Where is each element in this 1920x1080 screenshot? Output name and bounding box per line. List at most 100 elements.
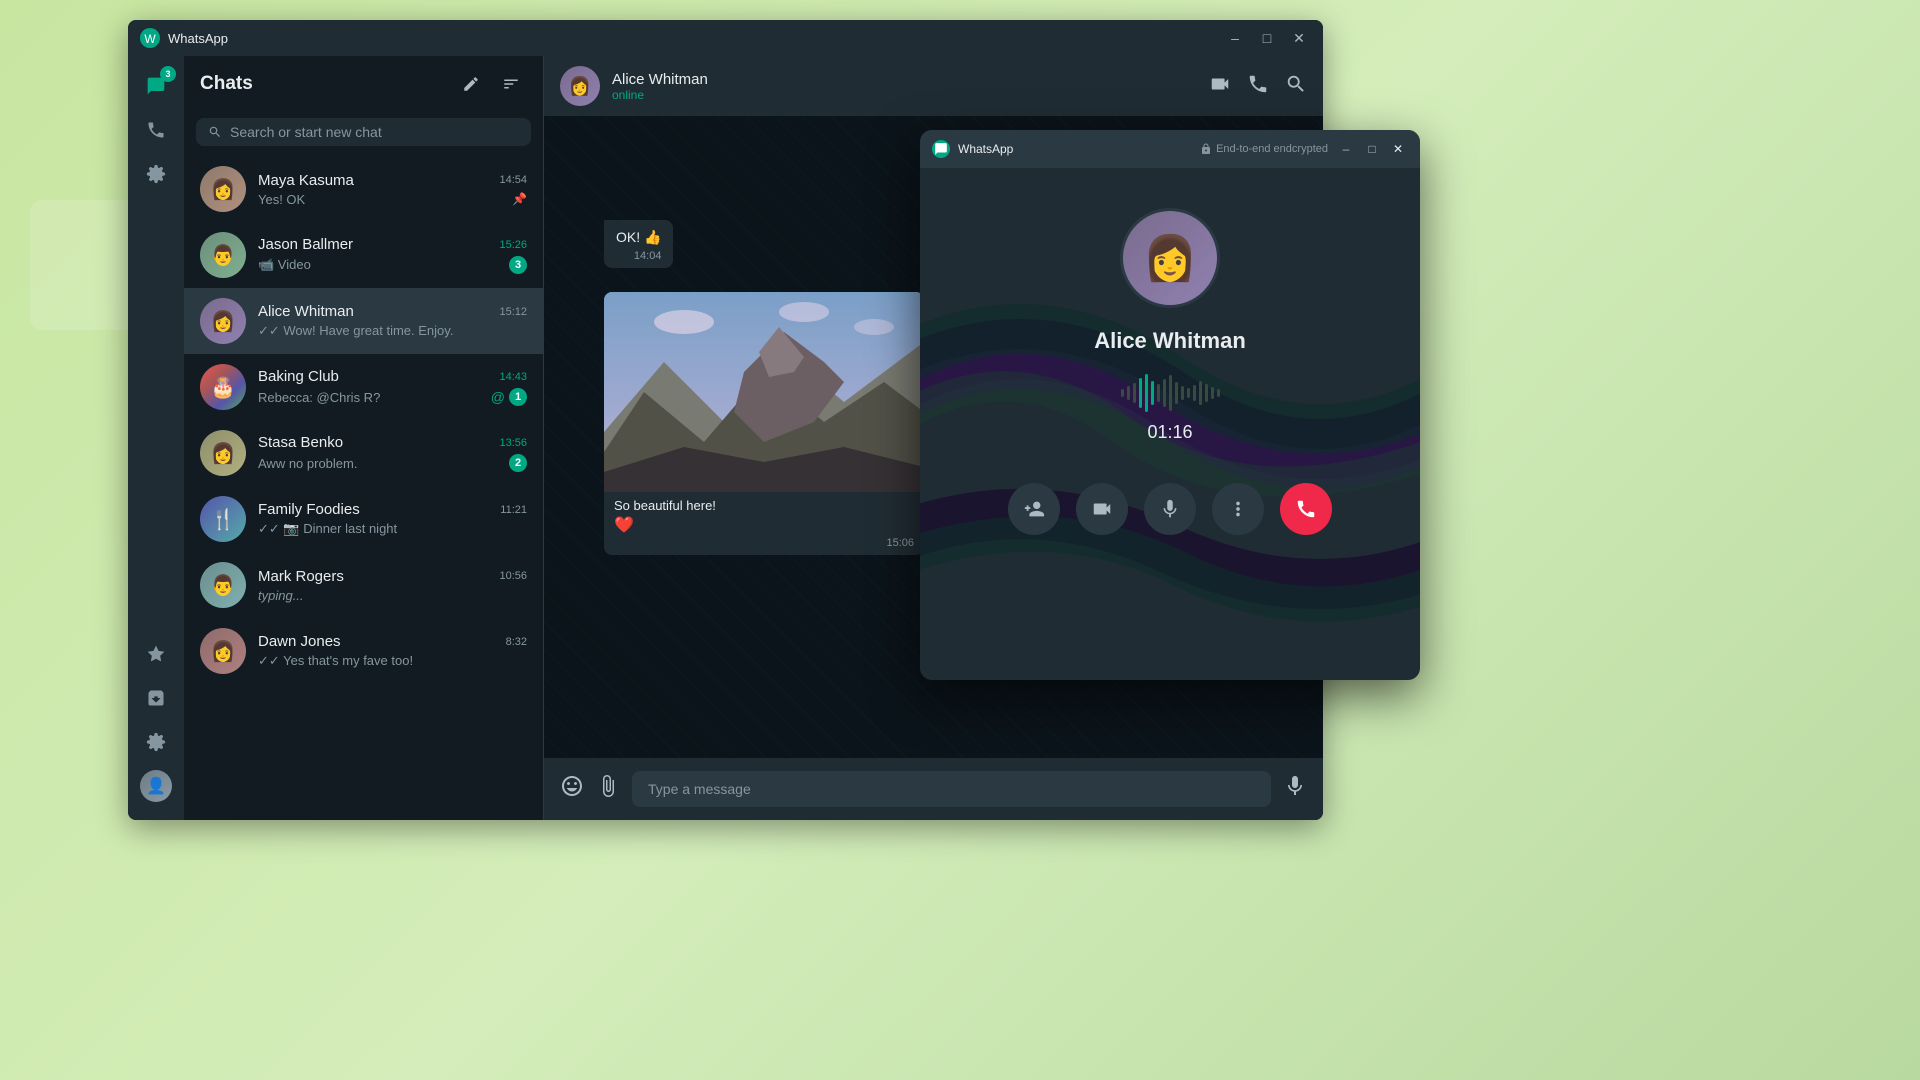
chat-name-mark: Mark Rogers [258, 568, 344, 585]
message-input-bar [544, 758, 1323, 820]
pin-icon-maya: 📌 [512, 192, 527, 206]
chat-item-stasa[interactable]: 👩 Stasa Benko 13:56 Aww no problem. 2 [184, 420, 543, 486]
chat-info-baking: Baking Club 14:43 Rebecca: @Chris R? @ 1 [258, 368, 527, 406]
call-timer: 01:16 [1147, 422, 1192, 443]
chat-name-dawn: Dawn Jones [258, 633, 341, 650]
call-name: Alice Whitman [1094, 328, 1246, 354]
chatlist-header: Chats [184, 56, 543, 112]
voice-call-button[interactable] [1247, 73, 1269, 100]
call-titlebar-logo [932, 140, 950, 158]
call-controls [1008, 483, 1332, 535]
chat-header-info: Alice Whitman online [612, 71, 1197, 102]
chatlist-actions [455, 68, 527, 100]
chat-preview-mark: typing... [258, 588, 304, 603]
chat-preview-dawn: ✓✓ Yes that's my fave too! [258, 653, 413, 669]
chat-info-dawn: Dawn Jones 8:32 ✓✓ Yes that's my fave to… [258, 633, 527, 669]
chat-info-maya: Maya Kasuma 14:54 Yes! OK 📌 [258, 172, 527, 207]
search-area [184, 112, 543, 156]
sidebar-icons: 3 [128, 56, 184, 820]
avatar-alice: 👩 [200, 298, 246, 344]
close-button[interactable]: ✕ [1287, 26, 1311, 50]
avatar-mark: 👨 [200, 562, 246, 608]
search-input[interactable] [230, 124, 519, 140]
app-title: WhatsApp [168, 31, 1223, 46]
chat-info-jason: Jason Ballmer 15:26 📹 Video 3 [258, 236, 527, 274]
attach-button[interactable] [596, 774, 620, 804]
add-participant-button[interactable] [1008, 483, 1060, 535]
minimize-button[interactable]: – [1223, 26, 1247, 50]
message-image-wrap: So beautiful here! ❤️ 15:06 [604, 292, 924, 555]
chat-item-family[interactable]: 🍴 Family Foodies 11:21 ✓✓ 📷 Dinner last … [184, 486, 543, 552]
chat-header: 👩 Alice Whitman online [544, 56, 1323, 116]
chat-header-status: online [612, 88, 1197, 102]
voice-message-button[interactable] [1283, 774, 1307, 804]
encrypted-text: End-to-end endcrypted [1216, 143, 1328, 155]
sidebar-item-settings-main[interactable] [138, 724, 174, 760]
avatar-dawn: 👩 [200, 628, 246, 674]
sidebar-item-calls[interactable] [138, 112, 174, 148]
mute-button[interactable] [1144, 483, 1196, 535]
avatar-baking: 🎂 [200, 364, 246, 410]
new-chat-button[interactable] [455, 68, 487, 100]
video-toggle-button[interactable] [1076, 483, 1128, 535]
avatar-maya: 👩 [200, 166, 246, 212]
call-window-controls: – □ ✕ [1336, 139, 1408, 159]
chat-time-alice: 15:12 [499, 306, 527, 318]
chat-item-mark[interactable]: 👨 Mark Rogers 10:56 typing... [184, 552, 543, 618]
chat-name-jason: Jason Ballmer [258, 236, 353, 253]
chat-time-jason: 15:26 [499, 239, 527, 251]
call-waveform [1121, 374, 1220, 412]
call-minimize-button[interactable]: – [1336, 139, 1356, 159]
chat-item-dawn[interactable]: 👩 Dawn Jones 8:32 ✓✓ Yes that's my fave … [184, 618, 543, 684]
user-avatar-sidebar[interactable]: 👤 [138, 768, 174, 804]
call-titlebar-title: WhatsApp [958, 142, 1192, 156]
maximize-button[interactable]: □ [1255, 26, 1279, 50]
sidebar-item-archive[interactable] [138, 680, 174, 716]
message-time-ok: 14:04 [634, 250, 662, 262]
chat-header-name: Alice Whitman [612, 71, 1197, 88]
call-close-button[interactable]: ✕ [1388, 139, 1408, 159]
chat-time-mark: 10:56 [499, 570, 527, 582]
chat-name-family: Family Foodies [258, 501, 360, 518]
call-avatar: 👩 [1120, 208, 1220, 308]
call-maximize-button[interactable]: □ [1362, 139, 1382, 159]
svg-text:W: W [144, 32, 156, 46]
chat-item-baking[interactable]: 🎂 Baking Club 14:43 Rebecca: @Chris R? @ [184, 354, 543, 420]
search-icon [208, 125, 222, 139]
chat-header-actions [1209, 73, 1307, 100]
unread-badge-stasa: 2 [509, 454, 527, 472]
sidebar-item-chats[interactable]: 3 [138, 68, 174, 104]
message-ok: OK! 👍 14:04 [604, 220, 673, 268]
chat-item-alice[interactable]: 👩 Alice Whitman 15:12 ✓✓ Wow! Have great… [184, 288, 543, 354]
mention-badge-baking: @ [491, 389, 505, 405]
chat-time-baking: 14:43 [499, 371, 527, 383]
chat-info-alice: Alice Whitman 15:12 ✓✓ Wow! Have great t… [258, 303, 527, 339]
message-input[interactable] [632, 771, 1271, 807]
chat-item-maya[interactable]: 👩 Maya Kasuma 14:54 Yes! OK 📌 [184, 156, 543, 222]
avatar-stasa: 👩 [200, 430, 246, 476]
chat-time-stasa: 13:56 [499, 437, 527, 449]
emoji-button[interactable] [560, 774, 584, 804]
end-call-button[interactable] [1280, 483, 1332, 535]
search-box [196, 118, 531, 146]
desktop: W WhatsApp – □ ✕ 3 [0, 0, 1920, 1080]
more-options-button[interactable] [1212, 483, 1264, 535]
filter-button[interactable] [495, 68, 527, 100]
chat-preview-alice: ✓✓ Wow! Have great time. Enjoy. [258, 323, 453, 339]
chat-items: 👩 Maya Kasuma 14:54 Yes! OK 📌 [184, 156, 543, 820]
chat-item-jason[interactable]: 👨 Jason Ballmer 15:26 📹 Video 3 [184, 222, 543, 288]
call-titlebar: WhatsApp End-to-end endcrypted – □ ✕ [920, 130, 1420, 168]
search-chat-button[interactable] [1285, 73, 1307, 100]
sidebar-item-starred[interactable] [138, 636, 174, 672]
call-body: 👩 Alice Whitman [920, 168, 1420, 680]
sidebar-item-settings[interactable] [138, 156, 174, 192]
chat-header-avatar[interactable]: 👩 [560, 66, 600, 106]
avatar-family: 🍴 [200, 496, 246, 542]
video-call-button[interactable] [1209, 73, 1231, 100]
chat-time-family: 11:21 [500, 504, 527, 516]
chat-time-maya: 14:54 [499, 174, 527, 186]
image-caption-area: So beautiful here! ❤️ 15:06 [604, 492, 924, 555]
message-time-img: 15:06 [886, 537, 914, 549]
titlebar: W WhatsApp – □ ✕ [128, 20, 1323, 56]
image-reaction: ❤️ [614, 515, 914, 535]
